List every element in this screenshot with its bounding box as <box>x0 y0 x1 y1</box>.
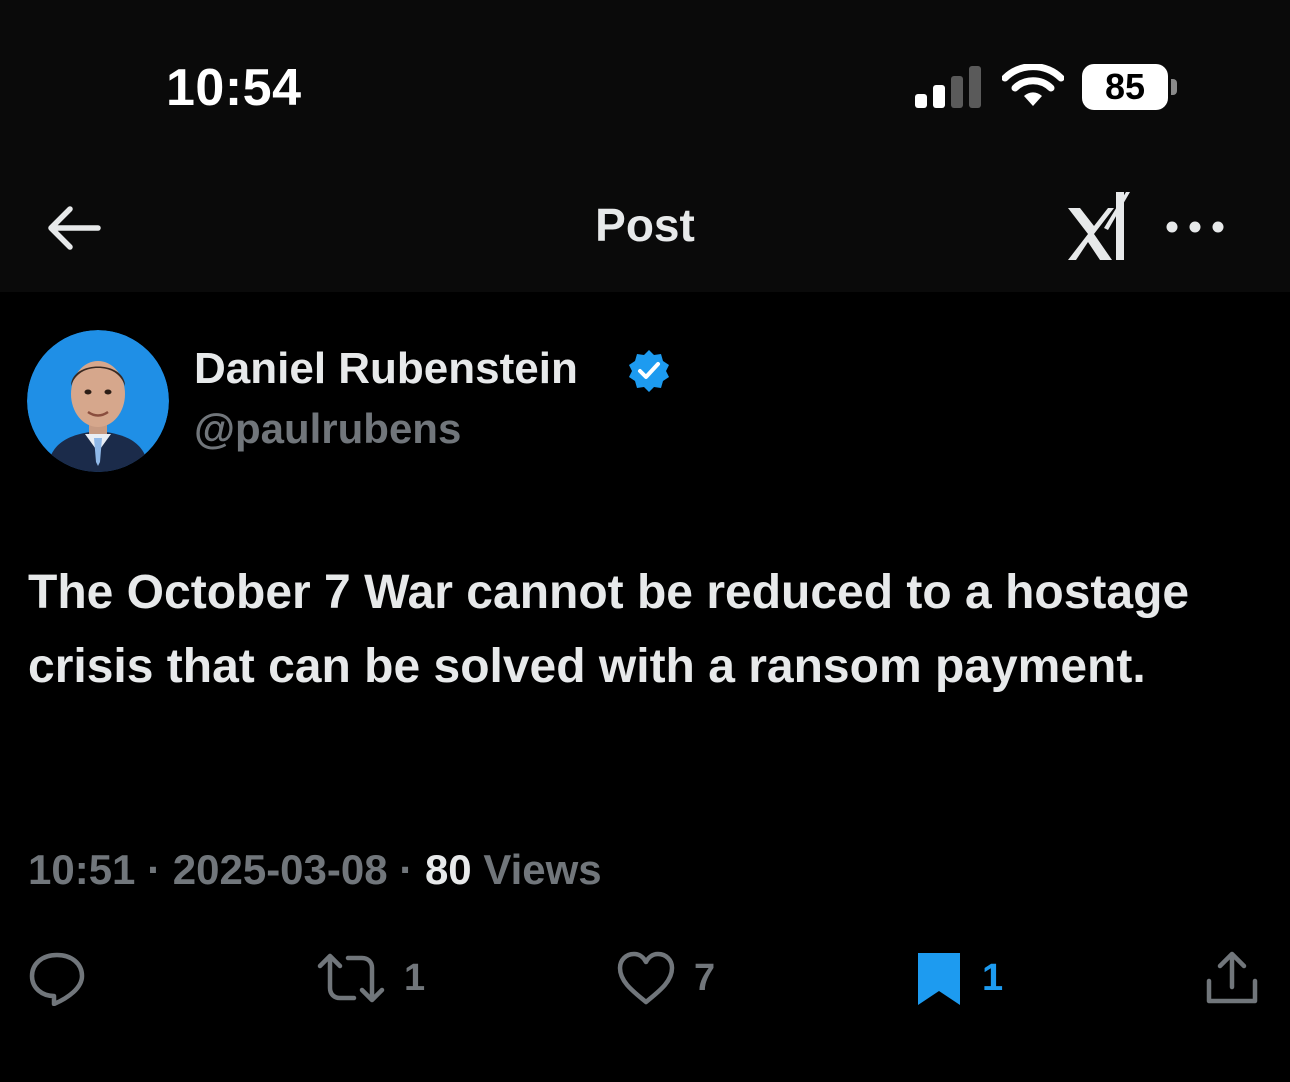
heart-icon <box>617 951 675 1005</box>
meta-separator: · <box>399 846 414 893</box>
meta-separator: · <box>147 846 162 893</box>
author-display-name[interactable]: Daniel Rubenstein <box>194 344 578 394</box>
post-text: The October 7 War cannot be reduced to a… <box>28 566 1190 693</box>
like-button[interactable]: 7 <box>616 948 715 1008</box>
repost-count: 1 <box>404 956 426 999</box>
post-date: 2025-03-08 <box>172 846 388 893</box>
wifi-icon <box>1002 64 1064 106</box>
cellular-signal-icon <box>915 66 981 108</box>
post-time: 10:51 <box>28 846 136 893</box>
battery-cap <box>1171 79 1177 95</box>
more-options-icon[interactable] <box>1160 212 1230 242</box>
battery-icon: 85 <box>1082 64 1182 110</box>
views-count: 80 <box>424 846 472 893</box>
xai-logo-icon[interactable] <box>1064 190 1134 262</box>
repost-icon <box>317 953 385 1003</box>
author-handle[interactable]: @paulrubens <box>194 405 461 453</box>
repost-button[interactable]: 1 <box>316 948 425 1008</box>
share-button[interactable] <box>1204 948 1260 1008</box>
share-icon <box>1206 951 1258 1004</box>
avatar[interactable] <box>27 330 169 472</box>
status-time: 10:54 <box>166 59 302 117</box>
post-metadata: 10:51 · 2025-03-08 · 80 Views <box>28 846 602 894</box>
battery-level: 85 <box>1104 66 1146 107</box>
bookmark-button[interactable]: 1 <box>914 948 1003 1008</box>
reply-icon <box>29 952 85 1006</box>
verified-badge-icon <box>629 350 669 392</box>
top-bar: 10:54 85 Post <box>0 0 1290 292</box>
like-count: 7 <box>694 956 716 999</box>
bookmark-count: 1 <box>982 956 1004 999</box>
reply-button[interactable] <box>28 948 86 1008</box>
bookmark-icon <box>918 953 960 1005</box>
views-label: Views <box>483 846 602 893</box>
